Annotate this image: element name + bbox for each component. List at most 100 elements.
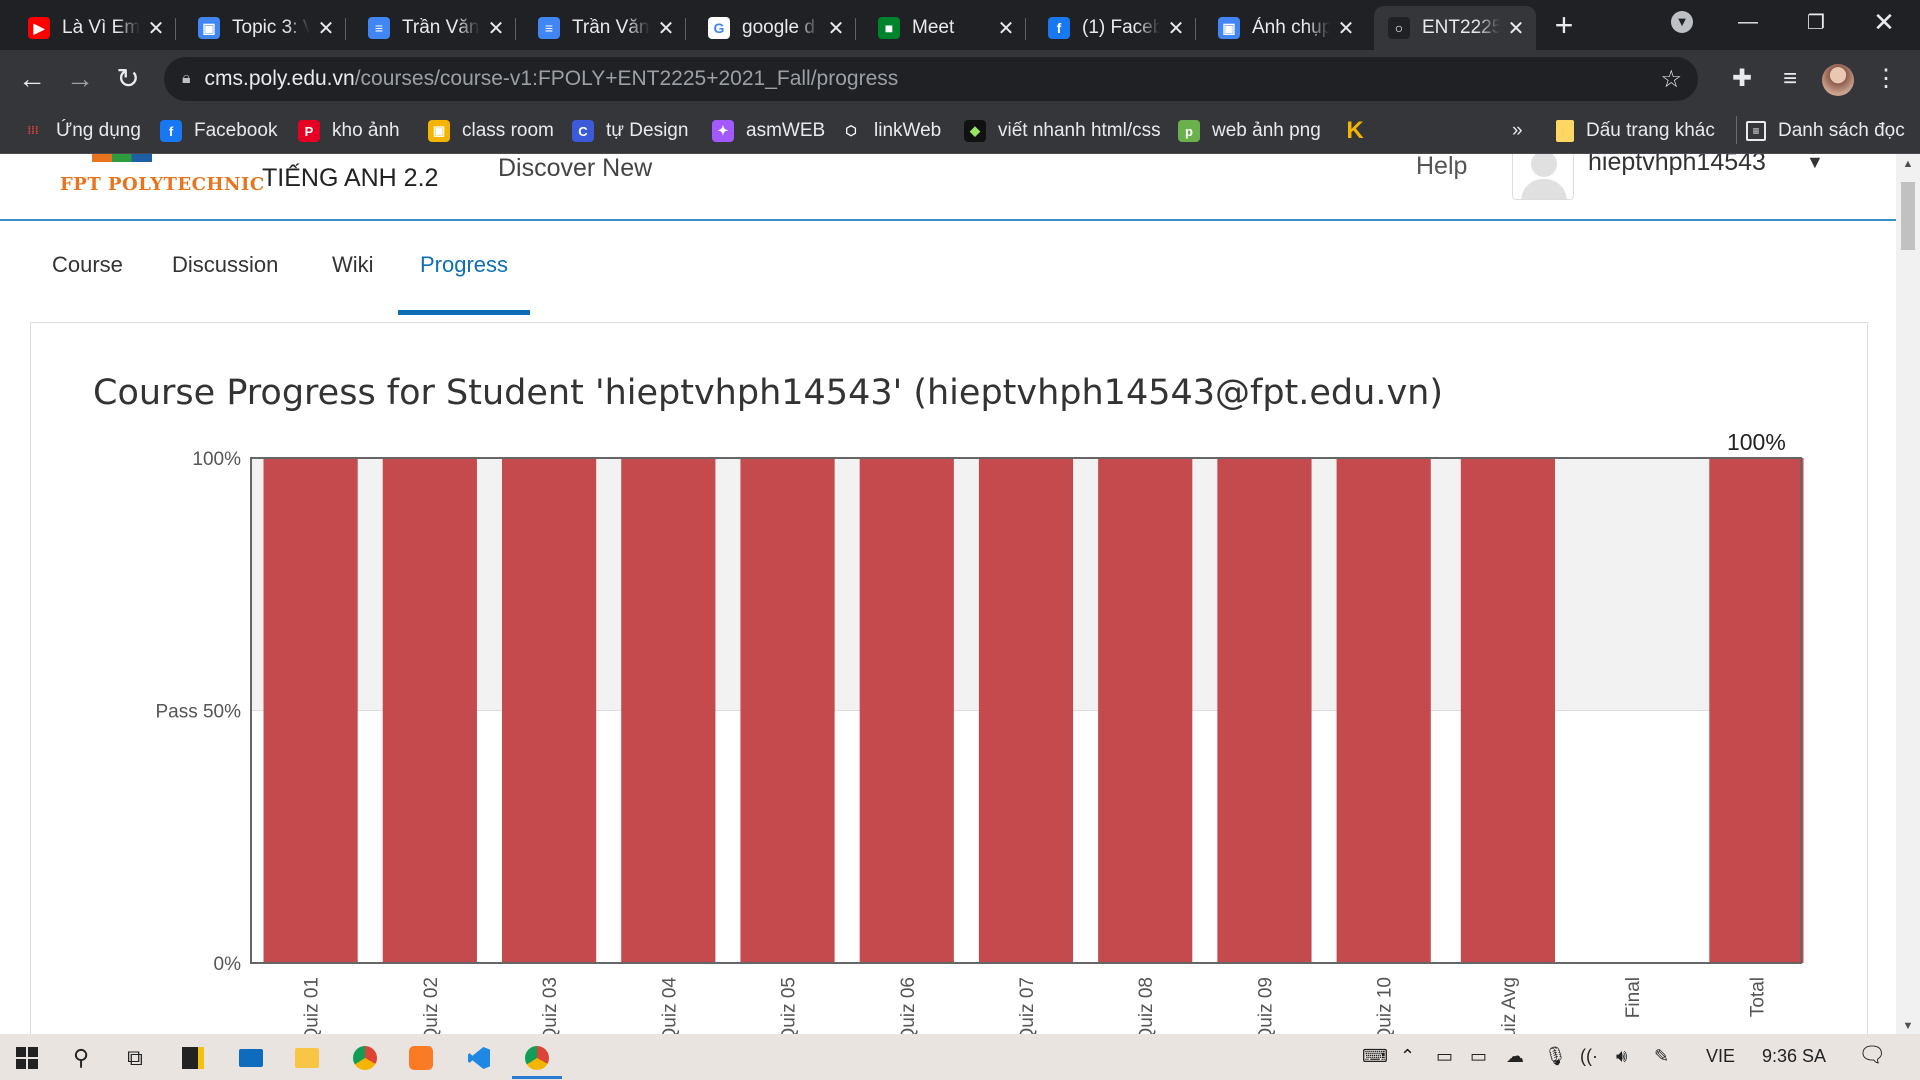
username-link[interactable]: hieptvhph14543 xyxy=(1588,154,1766,177)
bookmark-item[interactable]: Pkho ảnh xyxy=(298,116,400,146)
bar-quiz-04 xyxy=(621,458,716,963)
more-bookmarks-button[interactable]: » xyxy=(1512,116,1523,146)
browser-tab[interactable]: Ggoogle d ✕ xyxy=(694,6,856,50)
bookmark-item[interactable]: Ctự Design xyxy=(572,116,688,146)
bookmark-item[interactable]: ◆ viết nhanh html/css xyxy=(964,116,1161,146)
bookmark-item[interactable]: ✦ asmWEB xyxy=(712,116,825,146)
bookmark-item[interactable]: K xyxy=(1344,116,1378,146)
media-control-icon[interactable]: ≡ xyxy=(1772,62,1808,96)
bar-quiz-avg xyxy=(1460,458,1556,963)
photo-icon: ▣ xyxy=(1218,17,1240,39)
onedrive-cloud-icon[interactable]: ☁ xyxy=(1506,1046,1524,1067)
x-tick-label: Quiz 10 xyxy=(1375,977,1396,1034)
user-avatar[interactable] xyxy=(1512,154,1574,200)
clock[interactable]: 9:36 SA xyxy=(1762,1046,1826,1067)
bookmark-item[interactable]: ⁞⁞⁞ Ứng dụng xyxy=(22,116,141,146)
tab-wiki[interactable]: Wiki xyxy=(310,249,396,315)
bookmark-item[interactable]: ⬡ linkWeb xyxy=(840,116,941,146)
vscode-icon[interactable] xyxy=(462,1041,496,1075)
close-tab-icon[interactable]: ✕ xyxy=(146,16,166,41)
xampp-icon[interactable] xyxy=(404,1041,438,1075)
show-hidden-icons-chevron[interactable]: ⌃ xyxy=(1400,1046,1415,1067)
minimize-button[interactable]: — xyxy=(1720,0,1776,44)
browser-tab[interactable]: ≡ Trần Văn ✕ xyxy=(354,6,516,50)
browser-tab[interactable]: f (1) Faceb ✕ xyxy=(1034,6,1196,50)
browser-tab[interactable]: ▶ Là Vì Em ✕ xyxy=(14,6,176,50)
progress-chart: Quiz 01 Quiz 02 Quiz 03 Quiz 04 Quiz 05 Quiz … xyxy=(155,429,1804,1034)
user-menu-caret-icon[interactable]: ▼ xyxy=(1806,154,1824,173)
bookmark-item[interactable]: f Facebook xyxy=(160,116,277,146)
menu-kebab-icon[interactable]: ⋮ xyxy=(1868,62,1904,96)
tab-progress[interactable]: Progress xyxy=(398,249,531,315)
canva-icon: C xyxy=(572,120,594,142)
close-tab-icon[interactable]: ✕ xyxy=(1336,16,1356,41)
tab-title: Topic 3: V xyxy=(232,17,310,38)
facebook-icon: f xyxy=(160,120,182,142)
file-explorer-icon[interactable] xyxy=(290,1041,324,1075)
tab-discussion[interactable]: Discussion xyxy=(150,249,300,315)
task-view-icon[interactable]: ⧉ xyxy=(118,1041,152,1075)
tab-title: Trần Văn xyxy=(572,17,650,38)
chrome-active-icon[interactable] xyxy=(520,1041,554,1075)
close-tab-icon[interactable]: ✕ xyxy=(486,16,506,41)
pen-icon[interactable]: ✎ xyxy=(1654,1046,1669,1067)
x-tick-label: Quiz 07 xyxy=(1017,977,1038,1034)
docs-icon: ≡ xyxy=(538,17,560,39)
extensions-puzzle-icon[interactable]: ✚ xyxy=(1724,62,1760,96)
scroll-up-arrow-icon[interactable]: ▲ xyxy=(1896,158,1920,170)
bookmark-item[interactable]: ▣ class room xyxy=(428,116,554,146)
browser-tab[interactable]: ▣ Ảnh chụp ✕ xyxy=(1204,6,1366,50)
bookmark-item[interactable]: p web ảnh png xyxy=(1178,116,1321,146)
close-tab-icon[interactable]: ✕ xyxy=(1166,16,1186,41)
tab-separator xyxy=(1025,18,1026,40)
tab-search-icon[interactable]: ▼ xyxy=(1654,0,1710,44)
bookmark-label: web ảnh png xyxy=(1212,120,1321,141)
restore-button[interactable]: ❐ xyxy=(1788,0,1844,44)
help-link[interactable]: Help xyxy=(1416,154,1467,181)
bar-quiz-01 xyxy=(263,458,358,963)
browser-tab[interactable]: ▣ Topic 3: V ✕ xyxy=(184,6,346,50)
forward-arrow-icon[interactable]: → xyxy=(62,62,98,96)
close-window-button[interactable]: ✕ xyxy=(1856,0,1912,44)
meet-icon: ■ xyxy=(878,17,900,39)
close-tab-icon[interactable]: ✕ xyxy=(1506,16,1526,41)
site-logo[interactable]: FPT POLYTECHNIC xyxy=(60,174,265,195)
reload-icon[interactable]: ↻ xyxy=(110,62,146,96)
close-tab-icon[interactable]: ✕ xyxy=(996,16,1016,41)
profile-avatar[interactable] xyxy=(1822,64,1854,96)
new-tab-button[interactable]: + xyxy=(1546,8,1582,44)
other-bookmarks-folder[interactable]: Dấu trang khác xyxy=(1556,116,1715,146)
microphone-icon[interactable]: 🎙︎ xyxy=(1544,1046,1567,1067)
avatar-body-shape xyxy=(1521,179,1567,199)
page-scrollbar[interactable]: ▲ ▼ xyxy=(1896,154,1920,1034)
browser-tab[interactable]: ≡ Trần Văn ✕ xyxy=(524,6,686,50)
close-tab-icon[interactable]: ✕ xyxy=(316,16,336,41)
bookmark-star-icon[interactable]: ☆ xyxy=(1660,65,1682,94)
chrome-icon[interactable] xyxy=(348,1041,382,1075)
address-bar[interactable]: 🔒︎ cms.poly.edu.vn/courses/course-v1:FPO… xyxy=(164,57,1698,101)
volume-icon[interactable]: 🔊︎ xyxy=(1616,1046,1627,1067)
scroll-down-arrow-icon[interactable]: ▼ xyxy=(1896,1020,1920,1032)
apps-grid-icon: ⁞⁞⁞ xyxy=(22,120,44,142)
meet-now-icon[interactable]: ▭ xyxy=(1436,1046,1453,1067)
x-tick-label: Total xyxy=(1747,977,1768,1017)
tab-course[interactable]: Course xyxy=(30,249,145,315)
discover-new-link[interactable]: Discover New xyxy=(498,154,652,183)
scrollbar-thumb[interactable] xyxy=(1901,182,1915,250)
browser-tab[interactable]: ■ Meet ✕ xyxy=(864,6,1026,50)
notification-center-icon[interactable]: 🗨︎ xyxy=(1858,1042,1886,1068)
keyboard-icon[interactable]: ⌨ xyxy=(1362,1046,1388,1067)
reading-list-button[interactable]: ≡ Danh sách đọc xyxy=(1746,116,1905,146)
browser-tab[interactable]: ○ ENT2225 ✕ xyxy=(1374,6,1536,50)
battery-icon[interactable]: ▭ xyxy=(1470,1046,1487,1067)
windows-start-icon[interactable] xyxy=(10,1041,44,1075)
close-tab-icon[interactable]: ✕ xyxy=(656,16,676,41)
search-icon[interactable]: ⚲ xyxy=(64,1041,98,1075)
mail-icon[interactable] xyxy=(234,1041,268,1075)
sticky-notes-icon[interactable] xyxy=(176,1041,210,1075)
back-arrow-icon[interactable]: ← xyxy=(14,62,50,96)
wifi-icon[interactable]: ((· xyxy=(1580,1046,1598,1067)
close-tab-icon[interactable]: ✕ xyxy=(826,16,846,41)
x-tick-label: Final xyxy=(1623,977,1644,1018)
input-language[interactable]: VIE xyxy=(1706,1046,1735,1067)
